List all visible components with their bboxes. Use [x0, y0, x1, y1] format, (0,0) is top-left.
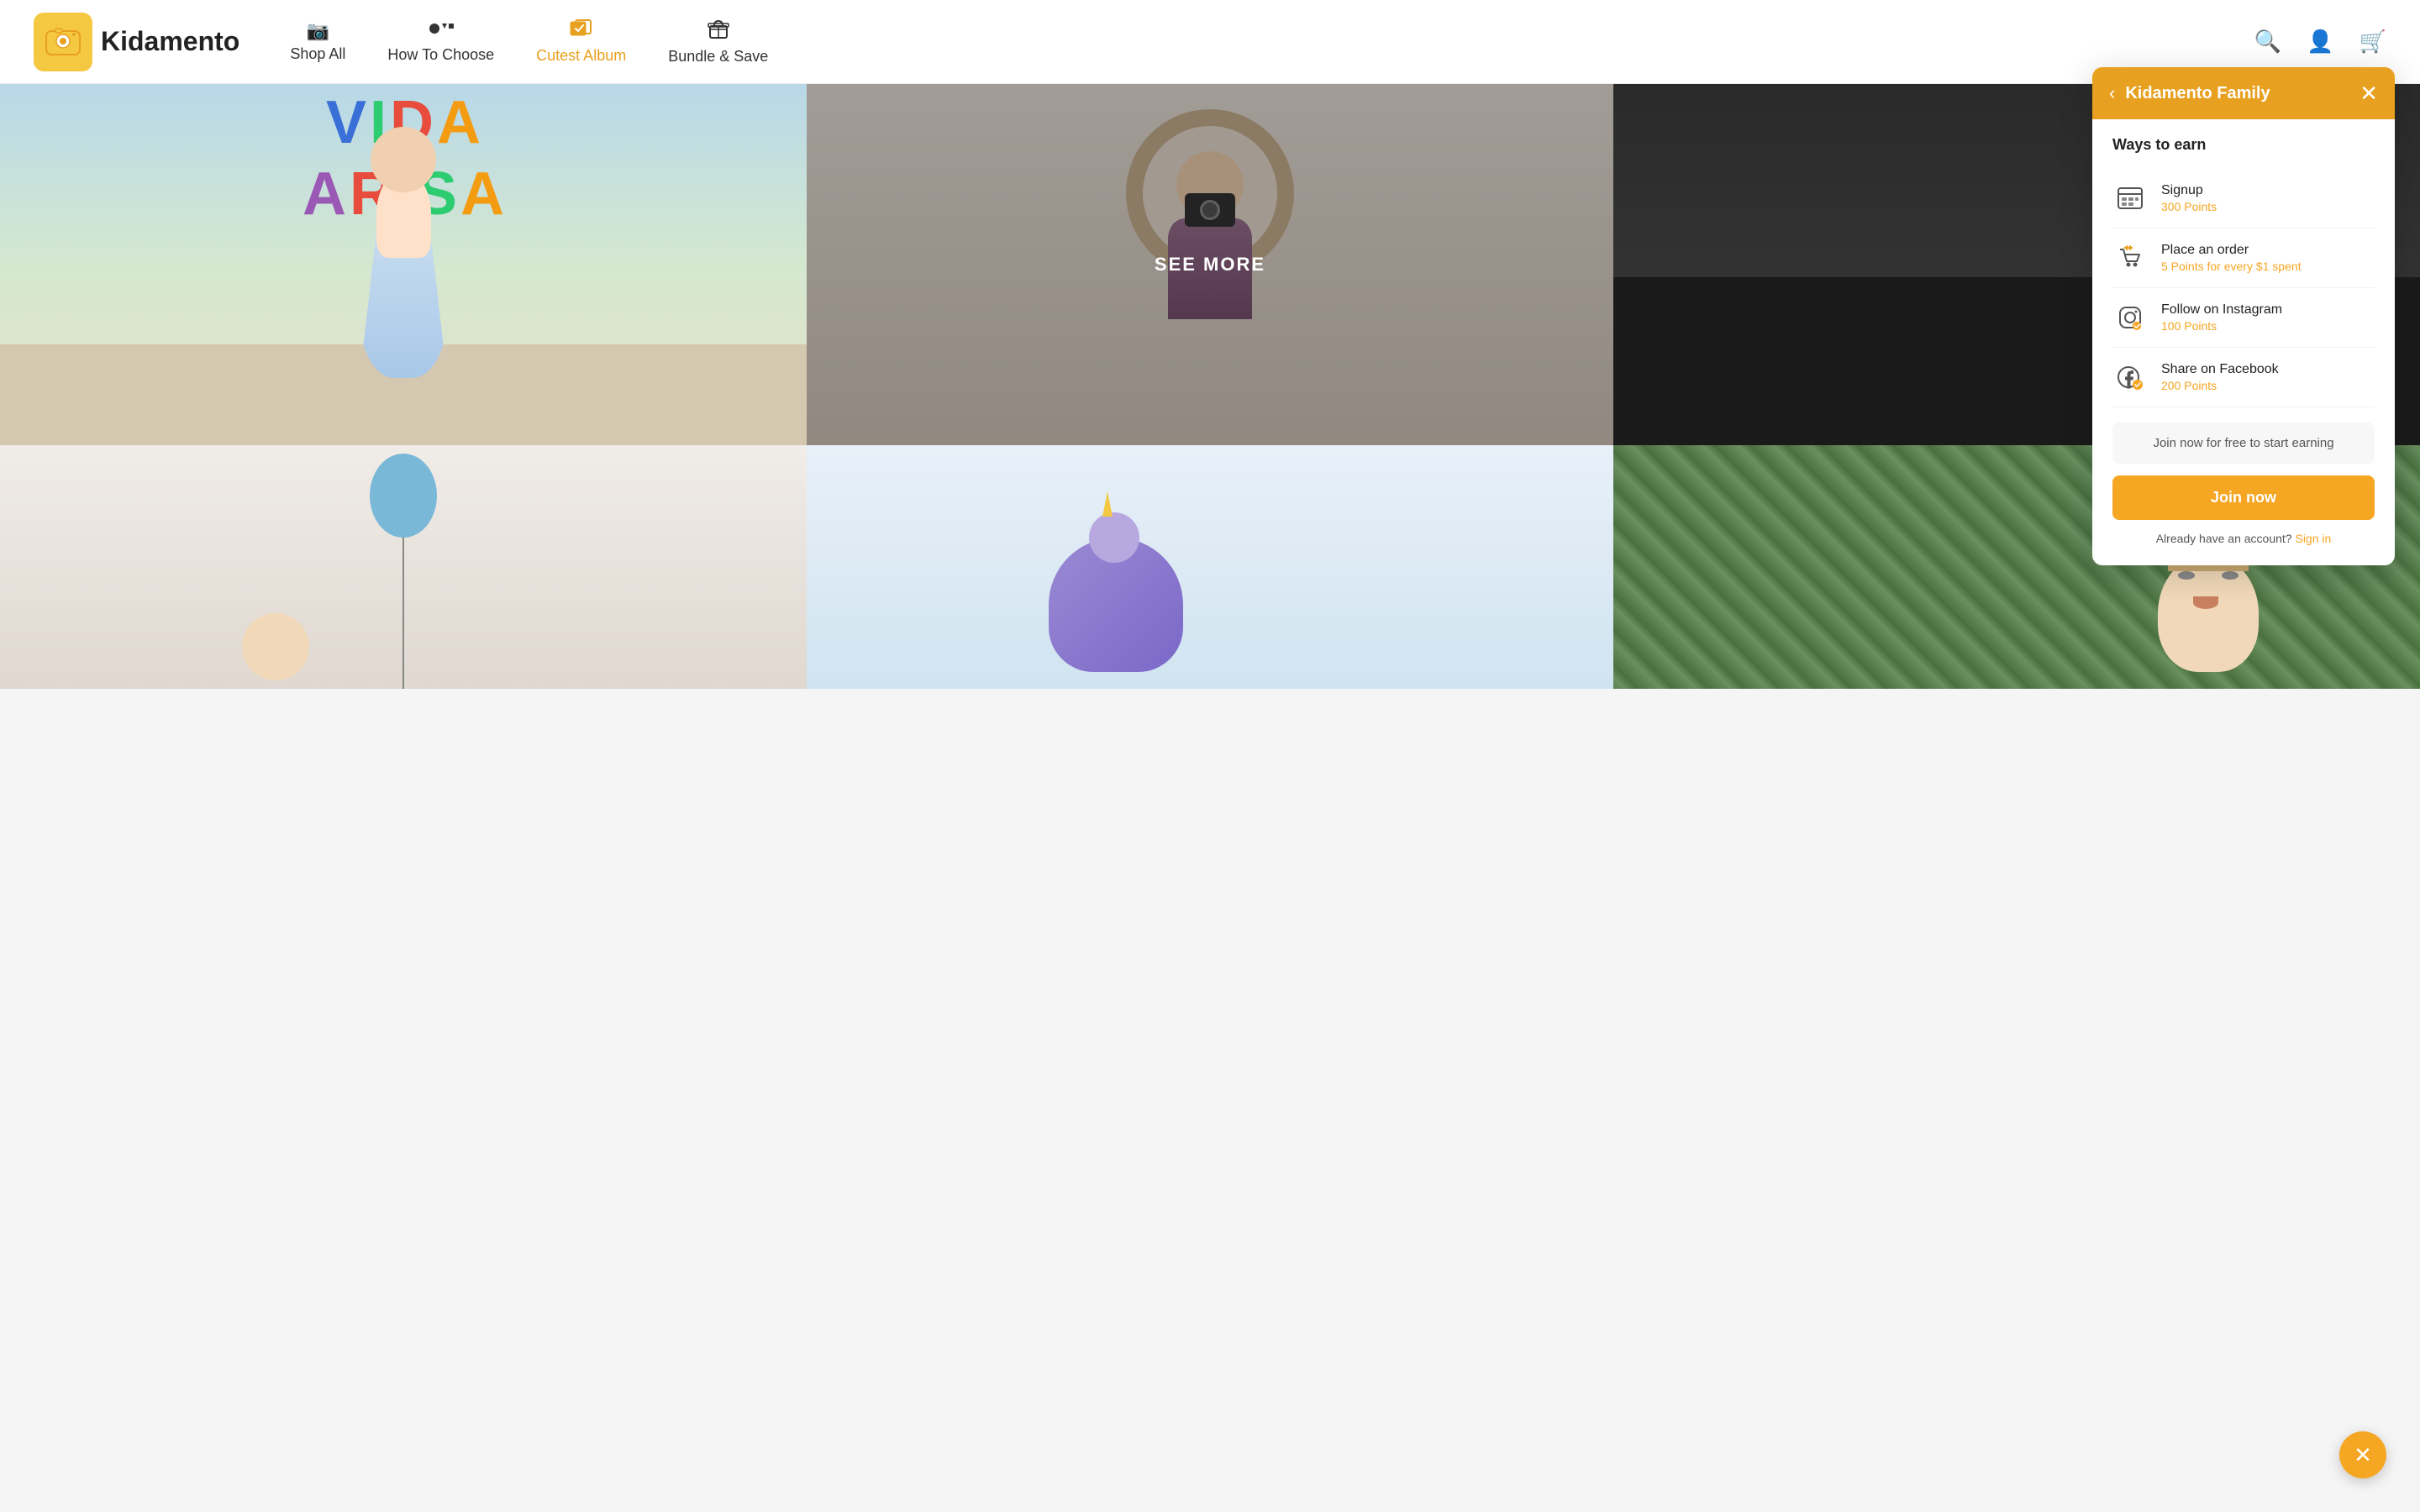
earn-item-facebook: Share on Facebook 200 Points	[2112, 348, 2375, 407]
search-button[interactable]: 🔍	[2254, 29, 2281, 55]
account-line: Already have an account? Sign in	[2112, 532, 2375, 545]
main-content: V I D A A R I S A	[0, 84, 2420, 689]
join-banner-text: Join now for free to start earning	[2153, 436, 2333, 450]
earn-item-signup: Signup 300 Points	[2112, 169, 2375, 228]
cart-button[interactable]: 🛒	[2360, 29, 2386, 55]
signup-icon	[2112, 181, 2148, 216]
cutest-album-icon	[569, 18, 594, 44]
nav-links: 📷 Shop All How To Choose	[290, 18, 768, 66]
account-text: Already have an account?	[2156, 532, 2292, 545]
order-icon	[2112, 240, 2148, 276]
account-button[interactable]: 👤	[2307, 29, 2333, 55]
shop-all-icon: 📷	[307, 20, 329, 42]
logo[interactable]: Kidamento	[34, 13, 239, 71]
instagram-points: 100 Points	[2161, 319, 2282, 333]
letter-a2: A	[302, 164, 346, 224]
letter-a: A	[437, 92, 481, 153]
photo-grid: V I D A A R I S A	[0, 84, 2420, 689]
panel-close-button[interactable]: ✕	[2360, 82, 2378, 104]
panel-title: Kidamento Family	[2125, 84, 2270, 103]
letter-a3: A	[460, 164, 504, 224]
join-banner: Join now for free to start earning	[2112, 423, 2375, 464]
nav-link-bundle-save[interactable]: Bundle & Save	[668, 18, 768, 66]
earn-item-order: Place an order 5 Points for every $1 spe…	[2112, 228, 2375, 288]
photo-cell-2[interactable]: SEE MORE	[807, 84, 1613, 445]
order-label: Place an order	[2161, 243, 2302, 258]
join-now-button[interactable]: Join now	[2112, 475, 2375, 520]
facebook-points: 200 Points	[2161, 379, 2279, 392]
signup-info: Signup 300 Points	[2161, 183, 2217, 213]
how-to-choose-label: How To Choose	[387, 46, 494, 64]
shop-all-label: Shop All	[290, 45, 345, 63]
instagram-info: Follow on Instagram 100 Points	[2161, 302, 2282, 333]
float-close-icon: ✕	[2354, 1442, 2372, 1468]
facebook-icon	[2112, 360, 2148, 395]
nav-link-how-to-choose[interactable]: How To Choose	[387, 19, 494, 64]
photo-cell-1: V I D A A R I S A	[0, 84, 807, 445]
nav-link-shop-all[interactable]: 📷 Shop All	[290, 20, 345, 63]
instagram-icon	[2112, 300, 2148, 335]
letter-v: V	[326, 92, 366, 153]
order-points: 5 Points for every $1 spent	[2161, 260, 2302, 273]
see-more-overlay[interactable]: SEE MORE	[807, 84, 1613, 445]
cutest-album-label: Cutest Album	[536, 47, 626, 65]
bundle-save-icon	[706, 18, 731, 45]
navbar: Kidamento 📷 Shop All How To Choose	[0, 0, 2420, 84]
navbar-left: Kidamento 📷 Shop All How To Choose	[34, 13, 768, 71]
see-more-label: SEE MORE	[1155, 254, 1265, 276]
panel-body: Ways to earn Signup 300 Points	[2092, 119, 2395, 565]
float-close-button[interactable]: ✕	[2339, 1431, 2386, 1478]
ways-to-earn-title: Ways to earn	[2112, 136, 2375, 154]
panel-header-left: ‹ Kidamento Family	[2109, 82, 2270, 104]
sign-in-link[interactable]: Sign in	[2295, 532, 2331, 545]
signup-label: Signup	[2161, 183, 2217, 198]
facebook-label: Share on Facebook	[2161, 362, 2279, 377]
how-to-choose-icon	[429, 19, 454, 43]
facebook-info: Share on Facebook 200 Points	[2161, 362, 2279, 392]
logo-text: Kidamento	[101, 26, 239, 57]
bundle-save-label: Bundle & Save	[668, 48, 768, 66]
instagram-label: Follow on Instagram	[2161, 302, 2282, 318]
rewards-panel: ‹ Kidamento Family ✕ Ways to earn Signu	[2092, 67, 2395, 565]
logo-icon	[34, 13, 92, 71]
panel-back-button[interactable]: ‹	[2109, 82, 2115, 104]
photo-cell-5	[807, 445, 1613, 689]
order-info: Place an order 5 Points for every $1 spe…	[2161, 243, 2302, 273]
panel-header: ‹ Kidamento Family ✕	[2092, 67, 2395, 119]
nav-link-cutest-album[interactable]: Cutest Album	[536, 18, 626, 65]
signup-points: 300 Points	[2161, 200, 2217, 213]
photo-cell-4	[0, 445, 807, 689]
navbar-right: 🔍 👤 🛒	[2254, 29, 2386, 55]
earn-item-instagram: Follow on Instagram 100 Points	[2112, 288, 2375, 348]
